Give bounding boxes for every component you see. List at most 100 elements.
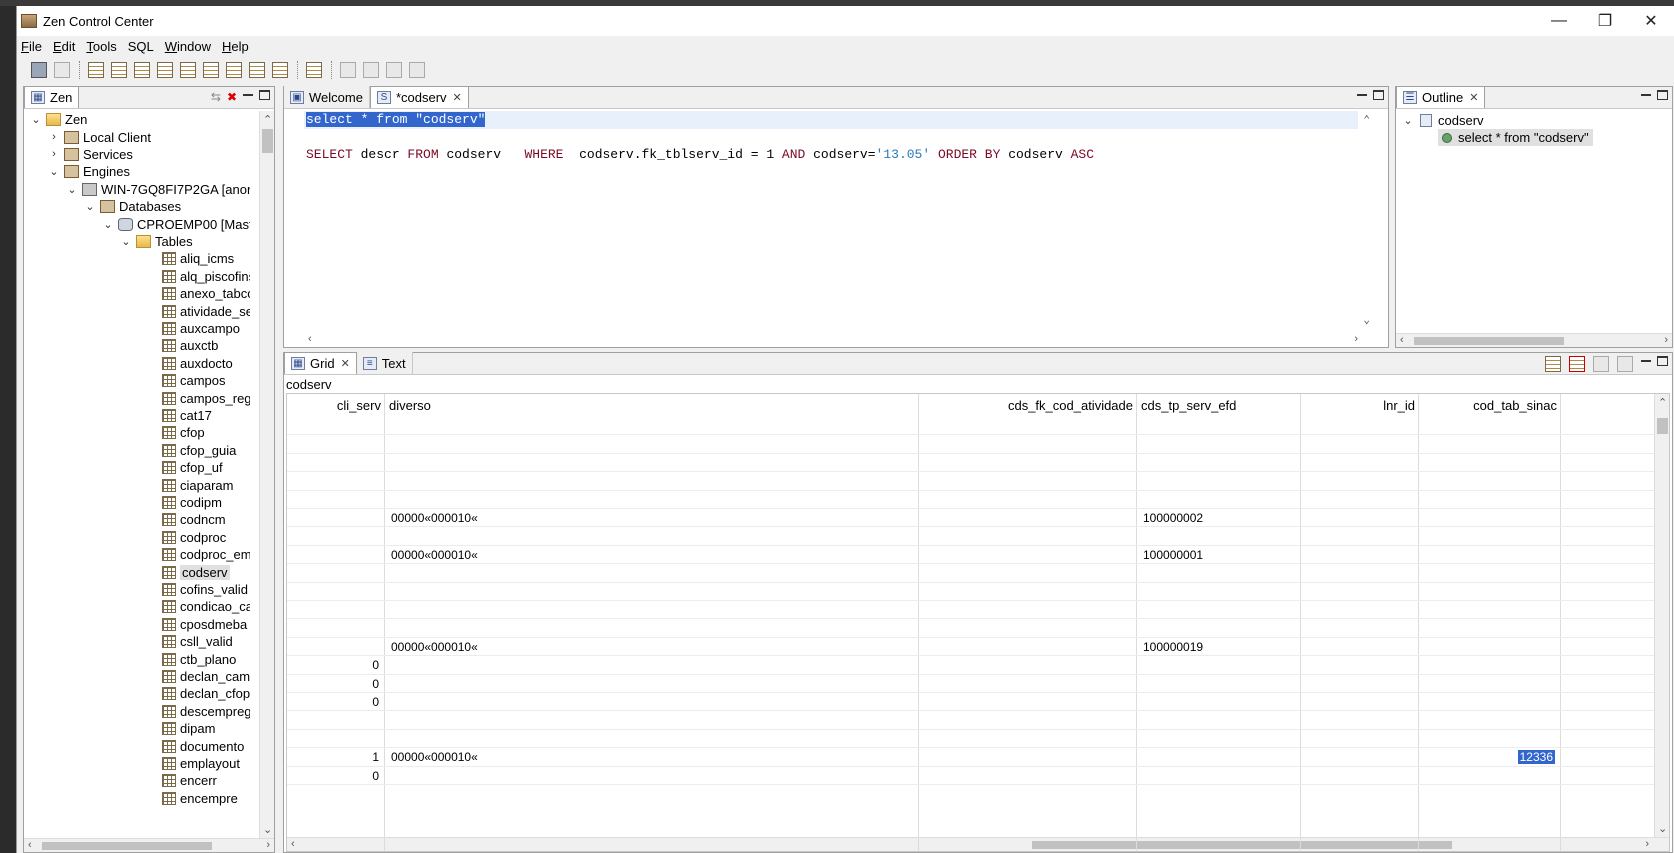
close-tab-icon[interactable]: ✕ xyxy=(1469,91,1478,104)
grid-cell-cli_serv[interactable]: 0 xyxy=(287,677,379,691)
column-header[interactable]: lnr_id xyxy=(1301,394,1419,416)
scrollbar-thumb[interactable] xyxy=(1414,337,1564,345)
outline-root[interactable]: ⌄ codserv xyxy=(1402,113,1483,128)
execute-selection-icon[interactable] xyxy=(363,62,379,78)
new-group-icon[interactable] xyxy=(272,62,288,78)
tab-zen[interactable]: ▦ Zen xyxy=(24,86,80,108)
new-table-icon[interactable] xyxy=(88,62,104,78)
grid-cell-diverso[interactable]: 00000«000010« xyxy=(391,750,478,764)
export-table-icon[interactable] xyxy=(157,62,173,78)
grid-cell-cds_tp_serv_efd[interactable]: 100000001 xyxy=(1143,548,1203,562)
menu-help[interactable]: Help xyxy=(222,39,249,54)
link-editor-icon[interactable]: ⇆ xyxy=(211,90,221,104)
tab-editor-0[interactable]: ▣ Welcome xyxy=(284,86,370,108)
print-icon[interactable] xyxy=(54,62,70,78)
tree-item-table[interactable]: cposdmeba xyxy=(158,616,247,633)
chevron-down-icon[interactable]: ⌄ xyxy=(84,200,96,213)
tab-result-grid[interactable]: ▦ Grid ✕ xyxy=(284,352,357,374)
delete-icon[interactable]: ✖ xyxy=(227,90,237,104)
tree-node[interactable]: ⌄ Engines xyxy=(48,163,130,180)
tree-item-table[interactable]: csll_valid xyxy=(158,633,233,650)
tree-item-table[interactable]: auxctb xyxy=(158,337,218,354)
tree-item-table[interactable]: cofins_valid xyxy=(158,581,248,598)
minimize-view-icon[interactable] xyxy=(1641,360,1651,362)
copy-icon[interactable] xyxy=(1593,356,1609,372)
menu-file[interactable]: File xyxy=(21,39,42,54)
tree-item-table[interactable]: codserv xyxy=(158,563,230,580)
new-view-icon[interactable] xyxy=(111,62,127,78)
tree-node[interactable]: ⌄ Databases xyxy=(84,198,181,215)
delete-row-icon[interactable] xyxy=(1569,356,1585,372)
grid-cell-cli_serv[interactable]: 1 xyxy=(287,750,379,764)
scroll-down-icon[interactable]: ⌄ xyxy=(1658,822,1667,835)
tree-item-table[interactable]: encempre xyxy=(158,790,238,807)
scroll-right-icon[interactable]: › xyxy=(1664,334,1668,346)
tree-item-table[interactable]: alq_piscofins xyxy=(158,268,250,285)
add-row-icon[interactable] xyxy=(1545,356,1561,372)
scroll-right-icon[interactable]: › xyxy=(266,839,270,851)
scrollbar-thumb[interactable] xyxy=(1657,418,1668,434)
scroll-down-icon[interactable]: ⌄ xyxy=(1363,313,1370,327)
tree-node[interactable]: ⌄ WIN-7GQ8FI7P2GA [anony xyxy=(66,181,250,198)
tree-item-table[interactable]: cfop_guia xyxy=(158,442,236,459)
import-table-icon[interactable] xyxy=(134,62,150,78)
scrollbar-thumb[interactable] xyxy=(262,129,273,153)
chevron-down-icon[interactable]: ⌄ xyxy=(66,183,78,196)
scroll-left-icon[interactable]: ‹ xyxy=(1400,334,1404,346)
grid-cell-cli_serv[interactable]: 0 xyxy=(287,658,379,672)
tree-node[interactable]: ⌄ CPROEMP00 [Maste xyxy=(102,215,250,232)
maximize-view-icon[interactable] xyxy=(259,90,270,100)
menu-sql[interactable]: SQL xyxy=(128,39,154,54)
grid-cell-cds_tp_serv_efd[interactable]: 100000019 xyxy=(1143,640,1203,654)
menu-tools[interactable]: Tools xyxy=(86,39,116,54)
chevron-down-icon[interactable]: ⌄ xyxy=(120,235,132,248)
explorer-vertical-scrollbar[interactable]: ⌃ ⌄ xyxy=(259,111,274,838)
chevron-down-icon[interactable]: ⌄ xyxy=(102,218,114,231)
tree-item-table[interactable]: documento xyxy=(158,737,244,754)
tree-item-table[interactable]: encerr xyxy=(158,772,217,789)
column-header[interactable]: cds_tp_serv_efd xyxy=(1137,394,1301,416)
grid-vertical-scrollbar[interactable]: ⌃ ⌄ xyxy=(1654,394,1669,837)
tree-item-table[interactable]: declan_camp xyxy=(158,668,250,685)
grid-cell-cli_serv[interactable]: 0 xyxy=(287,769,379,783)
scroll-up-icon[interactable]: ⌃ xyxy=(1363,113,1370,127)
chevron-right-icon[interactable]: › xyxy=(48,148,60,160)
grid-cell-cod_tab_sinac[interactable]: 12336 xyxy=(1419,750,1555,765)
tree-item-table[interactable]: cfop_uf xyxy=(158,459,223,476)
scroll-up-icon[interactable]: ⌃ xyxy=(1658,396,1667,409)
results-grid-icon[interactable] xyxy=(386,62,402,78)
scrollbar-thumb[interactable] xyxy=(42,842,212,850)
tree-item-table[interactable]: campos_reg_ xyxy=(158,389,250,406)
scroll-right-icon[interactable]: › xyxy=(1645,838,1649,850)
edit-table-icon[interactable] xyxy=(180,62,196,78)
column-header[interactable]: cli_serv xyxy=(287,394,385,416)
outline-horizontal-scrollbar[interactable]: ‹ › xyxy=(1396,333,1672,347)
tree-item-table[interactable]: ctb_plano xyxy=(158,650,236,667)
execute-icon[interactable] xyxy=(340,62,356,78)
menu-edit[interactable]: Edit xyxy=(53,39,75,54)
minimize-button[interactable]: — xyxy=(1536,6,1582,36)
column-header[interactable]: cds_fk_cod_atividade xyxy=(919,394,1137,416)
tree-item-table[interactable]: condicao_ca xyxy=(158,598,250,615)
scroll-right-icon[interactable]: › xyxy=(1354,333,1358,345)
grid-cell-diverso[interactable]: 00000«000010« xyxy=(391,511,478,525)
close-tab-icon[interactable]: ✕ xyxy=(341,357,350,370)
tree-item-table[interactable]: descempreg xyxy=(158,703,250,720)
sql-editor[interactable]: select * from "codserv" SELECT descr FRO… xyxy=(284,111,1388,331)
column-header[interactable]: cod_tab_sinac xyxy=(1419,394,1561,416)
outline-statement[interactable]: select * from "codserv" xyxy=(1438,129,1593,146)
tree-item-table[interactable]: anexo_tabco xyxy=(158,285,250,302)
tree-item-table[interactable]: atividade_sei xyxy=(158,302,250,319)
tree-item-table[interactable]: codncm xyxy=(158,511,226,528)
tree-node[interactable]: ⌄ Zen xyxy=(30,111,87,128)
results-text-icon[interactable] xyxy=(409,62,425,78)
tree-item-table[interactable]: ciaparam xyxy=(158,476,233,493)
grid-cell-diverso[interactable]: 00000«000010« xyxy=(391,548,478,562)
close-tab-icon[interactable]: ✕ xyxy=(453,91,462,104)
minimize-view-icon[interactable] xyxy=(243,94,253,96)
chevron-down-icon[interactable]: ⌄ xyxy=(30,113,42,126)
tree-node[interactable]: ⌄ Tables xyxy=(120,233,192,250)
explorer-horizontal-scrollbar[interactable]: ‹ › xyxy=(24,838,274,852)
chevron-right-icon[interactable]: › xyxy=(48,131,60,143)
refresh-icon[interactable] xyxy=(1617,356,1633,372)
